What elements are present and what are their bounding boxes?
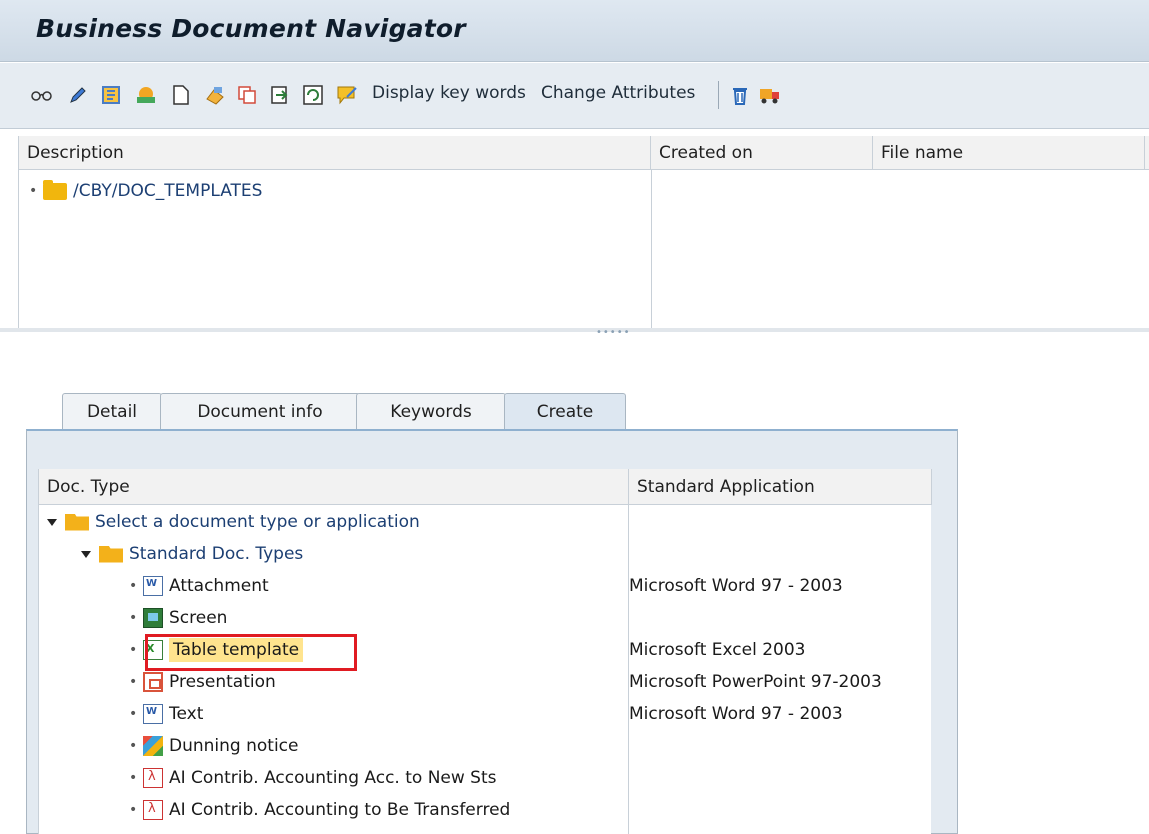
title-bar: Business Document Navigator [0,0,1149,62]
expand-caret-icon[interactable] [81,550,91,558]
chart-icon[interactable] [134,83,158,107]
row-label[interactable]: AI Contrib. Accounting to Be Transferred [169,800,510,820]
doc-type-header: Doc. Type Standard Application [39,469,932,505]
bullet-icon: • [129,738,138,754]
row-application: Microsoft Word 97 - 2003 [629,576,843,596]
copy-icon[interactable] [235,83,259,107]
application-toolbar: Display key words Change Attributes [0,63,1149,129]
column-standard-application[interactable]: Standard Application [629,469,932,505]
trash-icon[interactable] [728,83,752,107]
tab-keywords[interactable]: Keywords [356,393,506,430]
tab-detail[interactable]: Detail [62,393,162,430]
table-row[interactable]: • AI Contrib. Accounting Acc. to New Sts [39,762,932,794]
document-tree-header: Description Created on File name [19,136,1149,170]
open-folder-icon [99,545,123,563]
keyword-icon[interactable] [99,83,123,107]
tab-create[interactable]: Create [504,393,626,430]
comment-icon[interactable] [335,83,359,107]
table-row[interactable]: • Screen [39,602,932,634]
table-row[interactable]: Select a document type or application [39,506,932,538]
column-divider [651,170,652,328]
toolbar-separator [718,81,719,109]
highlight-annotation-box [145,634,357,671]
expand-caret-icon[interactable] [47,518,57,526]
screen-image-icon [143,608,163,628]
table-row[interactable]: • Attachment Microsoft Word 97 - 2003 [39,570,932,602]
tree-node-label[interactable]: /CBY/DOC_TEMPLATES [73,181,262,201]
column-description[interactable]: Description [19,136,651,170]
row-label[interactable]: Dunning notice [169,736,298,756]
bullet-icon: • [129,802,138,818]
column-file-name[interactable]: File name [873,136,1145,170]
open-folder-icon [65,513,89,531]
dunning-notice-icon [143,736,163,756]
tab-document-info[interactable]: Document info [160,393,360,430]
column-created-on[interactable]: Created on [651,136,873,170]
glasses-icon[interactable] [30,83,54,107]
row-application: Microsoft Word 97 - 2003 [629,704,843,724]
bullet-icon: • [129,642,138,658]
table-row[interactable]: • Dunning notice [39,730,932,762]
row-label[interactable]: AI Contrib. Accounting Acc. to New Sts [169,768,497,788]
row-label[interactable]: Screen [169,608,227,628]
row-label[interactable]: Select a document type or application [95,512,420,532]
row-label[interactable]: Standard Doc. Types [129,544,303,564]
document-tree-table: Description Created on File name • /CBY/… [18,136,1149,328]
change-attributes-button[interactable]: Change Attributes [541,83,695,103]
pdf-document-icon [143,768,163,788]
edit-document-icon[interactable] [203,83,227,107]
row-application: Microsoft Excel 2003 [629,640,806,660]
pane-splitter[interactable] [0,328,1149,332]
bullet-icon: • [29,183,38,199]
row-label[interactable]: Attachment [169,576,269,596]
powerpoint-document-icon [143,672,163,692]
column-doc-type[interactable]: Doc. Type [39,469,629,505]
truck-icon[interactable] [758,83,782,107]
pencil-icon[interactable] [66,83,90,107]
row-application: Microsoft PowerPoint 97-2003 [629,672,882,692]
row-label[interactable]: Presentation [169,672,276,692]
bullet-icon: • [129,610,138,626]
table-row[interactable]: • Text Microsoft Word 97 - 2003 [39,698,932,730]
tree-node-doc-templates[interactable]: • /CBY/DOC_TEMPLATES [29,178,262,204]
folder-icon [43,179,67,200]
refresh-icon[interactable] [301,83,325,107]
bullet-icon: • [129,770,138,786]
window-title: Business Document Navigator [36,14,466,43]
bullet-icon: • [129,674,138,690]
table-row[interactable]: • AI Contrib. Accounting to Be Transferre… [39,794,932,826]
new-document-icon[interactable] [169,83,193,107]
table-row[interactable]: Standard Doc. Types [39,538,932,570]
pdf-document-icon [143,800,163,820]
export-icon[interactable] [268,83,292,107]
word-document-icon [143,704,163,724]
row-label[interactable]: Text [169,704,203,724]
bullet-icon: • [129,578,138,594]
bullet-icon: • [129,706,138,722]
display-key-words-button[interactable]: Display key words [372,83,526,103]
splitter-grip-icon[interactable]: ••••• [596,327,631,338]
word-document-icon [143,576,163,596]
